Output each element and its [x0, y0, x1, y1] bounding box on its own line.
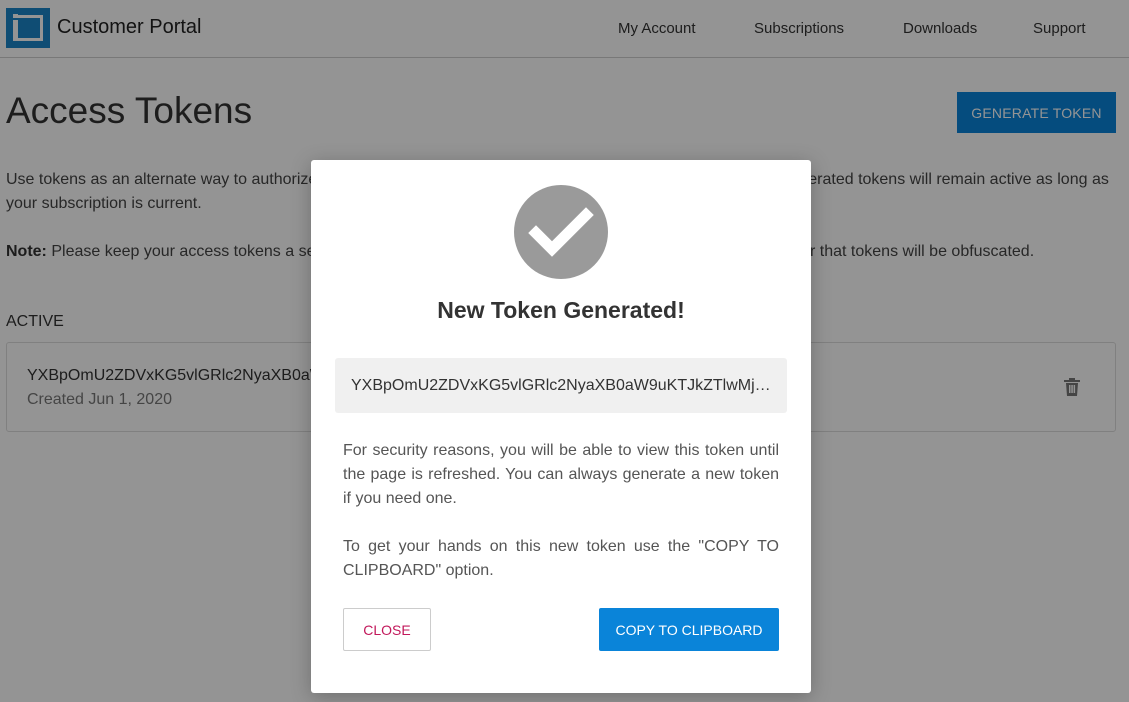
copy-instructions-text: To get your hands on this new token use … — [343, 538, 779, 579]
token-generated-dialog: New Token Generated! YXBpOmU2ZDVxKG5vlGR… — [311, 160, 811, 693]
security-info-text: For security reasons, you will be able t… — [343, 442, 779, 507]
dialog-title: New Token Generated! — [437, 297, 685, 323]
generated-token-field[interactable]: YXBpOmU2ZDVxKG5vlGRlc2NyaXB0aW9uKTJkZTlw… — [335, 358, 787, 413]
copy-to-clipboard-button[interactable]: COPY TO CLIPBOARD — [599, 608, 779, 651]
check-icon — [514, 185, 608, 279]
close-button[interactable]: CLOSE — [343, 608, 431, 651]
